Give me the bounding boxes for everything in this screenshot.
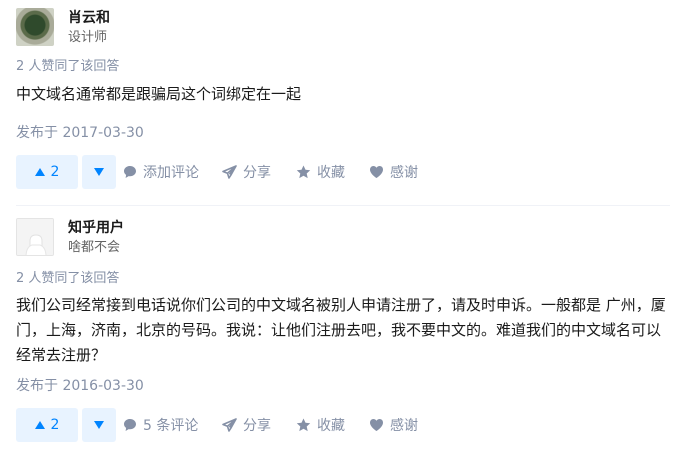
author-info: 知乎用户 啥都不会 [16,218,670,258]
default-avatar-icon [17,219,53,255]
content-line: 我们公司经常接到电话说你们公司的中文域名被别人申请注册了，请及时申诉。一般都是 … [16,296,666,314]
share-button[interactable]: 分享 [222,155,271,189]
share-button[interactable]: 分享 [222,408,271,442]
triangle-down-icon [94,421,104,429]
comment-label: 5 条评论 [143,418,199,434]
star-icon [296,165,311,179]
speech-bubble-icon [124,419,136,431]
upvote-count: 2 [50,417,60,433]
content-line: 经常去注册？ [16,346,107,364]
avatar[interactable] [16,218,54,256]
favorite-label: 收藏 [317,165,345,181]
vote-summary: 2 人赞同了该回答 [16,271,120,286]
publish-date[interactable]: 发布于 2017-03-30 [16,124,144,142]
action-bar: 2 添加评论 分享 收藏 感谢 [16,155,670,189]
upvote-button[interactable]: 2 [16,155,78,189]
speech-bubble-icon [124,166,136,178]
triangle-down-icon [94,168,104,176]
author-name[interactable]: 知乎用户 [68,219,124,237]
comment-button[interactable]: 添加评论 [123,155,199,189]
heart-icon [370,419,383,431]
action-bar: 2 5 条评论 分享 收藏 感谢 [16,408,670,442]
favorite-button[interactable]: 收藏 [296,408,345,442]
vote-summary: 2 人赞同了该回答 [16,59,120,74]
downvote-button[interactable] [82,155,116,189]
avatar[interactable] [16,8,54,46]
publish-date[interactable]: 发布于 2016-03-30 [16,377,144,395]
author-bio: 设计师 [68,30,108,45]
downvote-button[interactable] [82,408,116,442]
thanks-label: 感谢 [390,165,418,181]
author-info: 肖云和 设计师 [16,8,670,48]
comment-button[interactable]: 5 条评论 [123,408,198,442]
share-label: 分享 [243,165,271,181]
triangle-up-icon [34,168,45,176]
triangle-up-icon [34,421,45,429]
answer-item: 知乎用户 啥都不会 2 人赞同了该回答 我们公司经常接到电话说你们公司的中文域名… [16,218,670,442]
favorite-button[interactable]: 收藏 [296,155,345,189]
thanks-button[interactable]: 感谢 [369,155,418,189]
share-label: 分享 [243,418,271,434]
star-icon [296,418,311,432]
answer-divider [16,205,670,206]
author-bio: 啥都不会 [68,240,121,255]
comment-label: 添加评论 [143,165,199,181]
content-line: 门，上海，济南，北京的号码。我说：让他们注册去吧，我不要中文的。难道我们的中文域… [16,321,662,339]
upvote-button[interactable]: 2 [16,408,78,442]
thanks-button[interactable]: 感谢 [369,408,418,442]
paper-plane-icon [222,418,237,432]
answer-content: 我们公司经常接到电话说你们公司的中文域名被别人申请注册了，请及时申诉。一般都是 … [16,293,670,368]
answer-content: 中文域名通常都是跟骗局这个词绑定在一起 [16,85,302,103]
thanks-label: 感谢 [390,418,418,434]
heart-icon [370,166,383,178]
answer-item: 肖云和 设计师 2 人赞同了该回答 中文域名通常都是跟骗局这个词绑定在一起 发布… [16,8,670,189]
author-name[interactable]: 肖云和 [68,9,110,27]
upvote-count: 2 [50,164,60,180]
favorite-label: 收藏 [317,418,345,434]
paper-plane-icon [222,165,237,179]
